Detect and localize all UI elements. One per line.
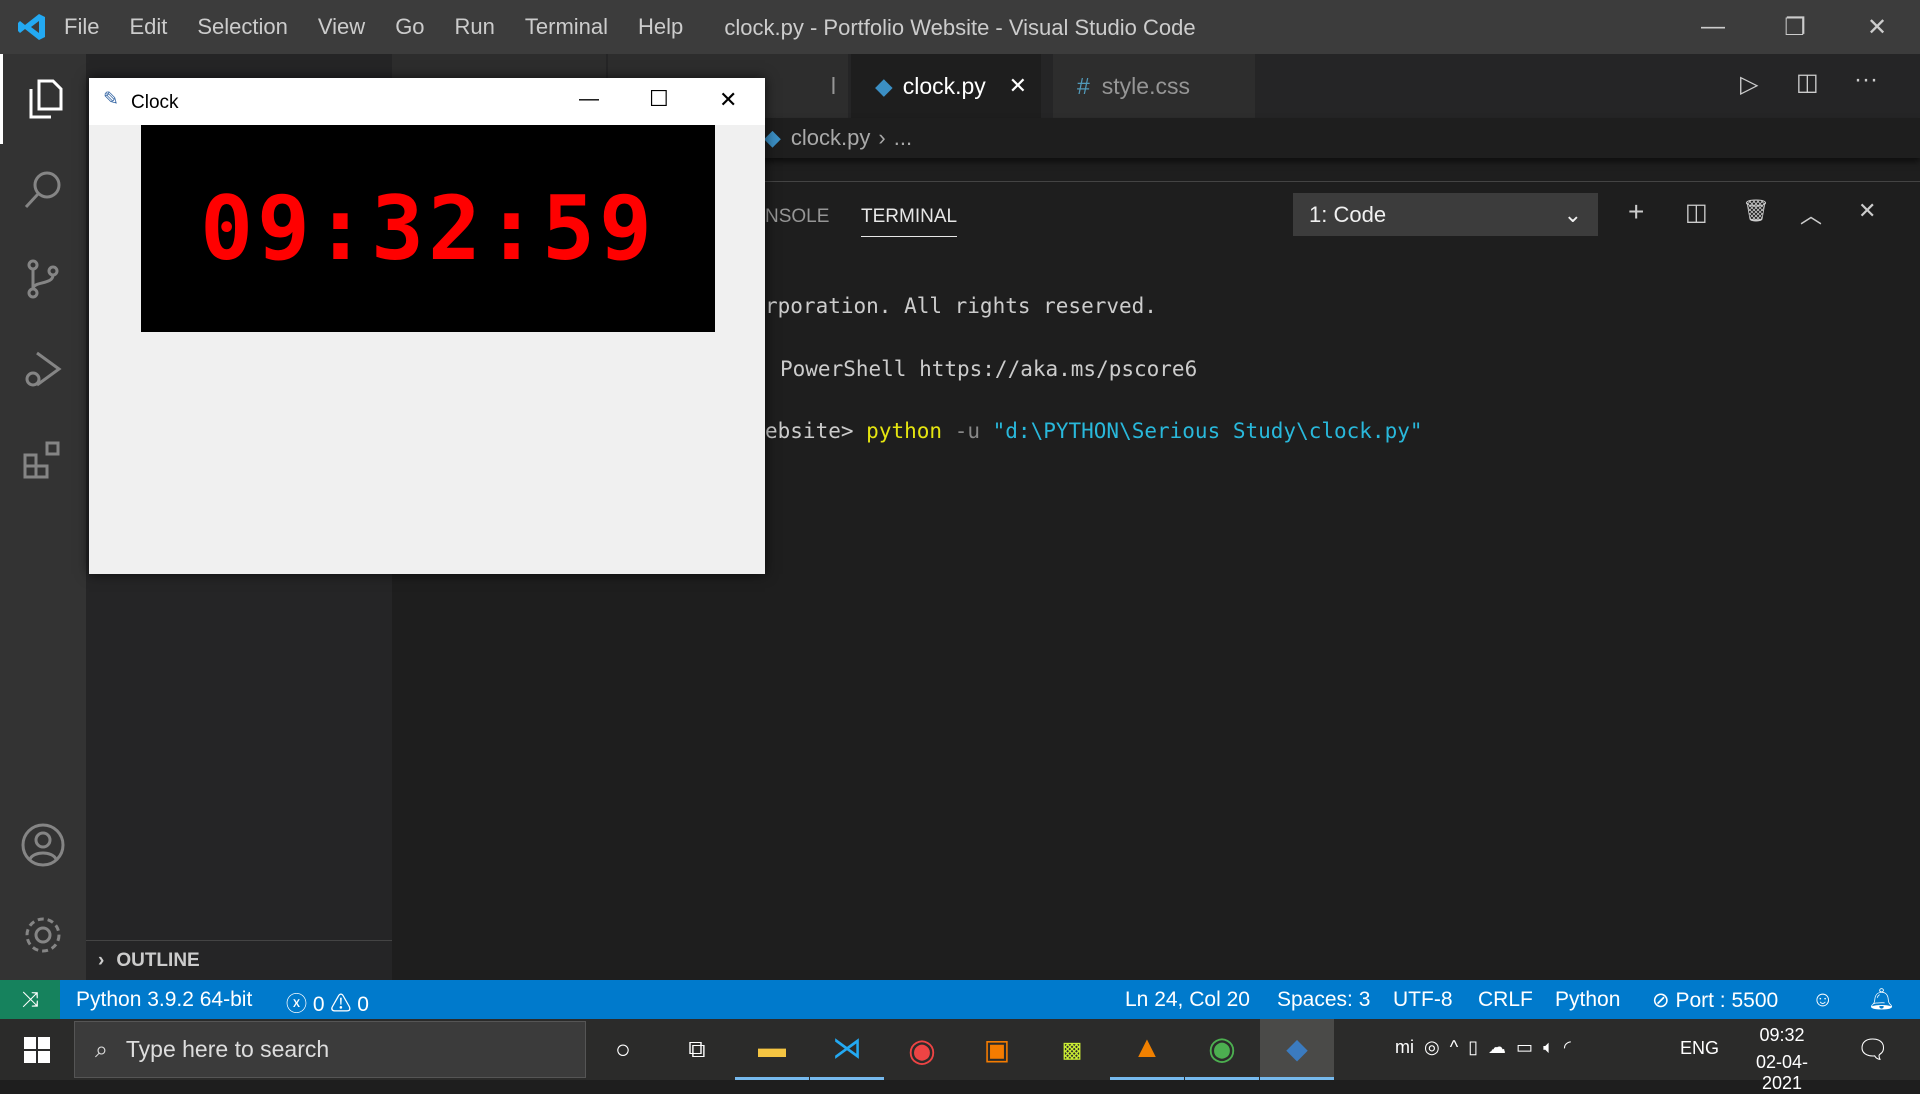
- cortana-icon[interactable]: ○: [586, 1019, 660, 1080]
- run-debug-icon[interactable]: [0, 324, 86, 414]
- accounts-icon[interactable]: [0, 800, 86, 890]
- problems-indicator[interactable]: ⓧ 0 ⚠ 0: [286, 988, 369, 1018]
- language-mode[interactable]: Python: [1555, 988, 1620, 1012]
- settings-gear-icon[interactable]: [0, 890, 86, 980]
- maximize-panel-icon[interactable]: ︿: [1800, 198, 1822, 230]
- more-actions-icon[interactable]: ···: [1854, 66, 1878, 94]
- clock-time[interactable]: 09:32: [1736, 1025, 1828, 1046]
- chrome-profile-icon[interactable]: ◉: [1185, 1019, 1259, 1080]
- vscode-taskbar-icon[interactable]: ⋊: [810, 1019, 884, 1080]
- terminal-command-line: ebsite> python -u "d:\PYTHON\Serious Stu…: [765, 419, 1423, 443]
- clock-minimize-button[interactable]: —: [579, 88, 599, 111]
- chevron-right-icon: ›: [98, 949, 105, 971]
- action-center-icon[interactable]: 🗨︎: [1836, 1019, 1910, 1080]
- clock-display: 09:32:59: [141, 125, 715, 332]
- menu-go[interactable]: Go: [395, 14, 424, 40]
- breadcrumb-symbol[interactable]: ...: [894, 125, 912, 151]
- system-tray-icons[interactable]: mi ◎ ^ ▯ ☁ ▭ 🔈︎ ◜: [1395, 1037, 1571, 1058]
- taskbar: ⌕ Type here to search ○ ⧉ ▬ ⋊ ◉ ▣ ▩ ▲ ◉ ◆…: [0, 1019, 1920, 1093]
- terminal-line: rporation. All rights reserved.: [765, 294, 1157, 318]
- line-ending[interactable]: CRLF: [1478, 988, 1533, 1012]
- tab-style-css[interactable]: # style.css: [1053, 54, 1255, 118]
- restore-button[interactable]: ❐: [1754, 0, 1836, 54]
- vscode-logo-icon: [0, 12, 64, 42]
- clock-window-title: Clock: [131, 92, 179, 113]
- tab-clock-py[interactable]: ◆ clock.py ✕: [851, 54, 1041, 118]
- minimize-button[interactable]: —: [1672, 0, 1754, 54]
- indentation[interactable]: Spaces: 3: [1277, 988, 1370, 1012]
- clock-maximize-button[interactable]: ☐: [649, 86, 669, 112]
- python-interpreter[interactable]: Python 3.9.2 64-bit: [76, 988, 252, 1012]
- new-terminal-icon[interactable]: +: [1628, 196, 1644, 228]
- title-bar: File Edit Selection View Go Run Terminal…: [0, 0, 1920, 54]
- menu-file[interactable]: File: [64, 14, 99, 40]
- menu-edit[interactable]: Edit: [129, 14, 167, 40]
- run-file-icon[interactable]: ▷: [1740, 70, 1758, 99]
- outline-section[interactable]: › OUTLINE: [86, 940, 392, 980]
- activity-bar: [0, 54, 86, 980]
- python-tk-icon[interactable]: ◆: [1260, 1019, 1334, 1080]
- encoding[interactable]: UTF-8: [1393, 988, 1453, 1012]
- clock-date[interactable]: 02-04-2021: [1736, 1052, 1828, 1094]
- menu-view[interactable]: View: [318, 14, 365, 40]
- menu-selection[interactable]: Selection: [197, 14, 288, 40]
- source-control-icon[interactable]: [0, 234, 86, 324]
- clock-title-bar: ✎ Clock — ☐ ✕: [89, 78, 765, 125]
- chrome-icon[interactable]: ◉: [885, 1019, 959, 1080]
- tab-debug-console[interactable]: NSOLE: [765, 206, 829, 228]
- close-button[interactable]: ✕: [1836, 0, 1918, 54]
- task-view-icon[interactable]: ⧉: [660, 1019, 734, 1080]
- menu-help[interactable]: Help: [638, 14, 683, 40]
- outline-label: OUTLINE: [116, 949, 200, 971]
- vlc-icon[interactable]: ▲: [1110, 1019, 1184, 1080]
- cursor-position[interactable]: Ln 24, Col 20: [1125, 988, 1250, 1012]
- split-terminal-icon[interactable]: ◫: [1685, 198, 1708, 227]
- status-bar: ⤨ Python 3.9.2 64-bit ⓧ 0 ⚠ 0 Ln 24, Col…: [0, 980, 1920, 1019]
- clock-window: ✎ Clock — ☐ ✕ 09:32:59: [89, 78, 765, 574]
- split-editor-icon[interactable]: ◫: [1796, 68, 1819, 97]
- extensions-icon[interactable]: [0, 414, 86, 504]
- tab-terminal[interactable]: TERMINAL: [861, 206, 958, 237]
- xampp-icon[interactable]: ▣: [960, 1019, 1034, 1080]
- python-file-icon: ◆: [875, 72, 893, 99]
- css-file-icon: #: [1077, 72, 1090, 99]
- clock-close-button[interactable]: ✕: [719, 87, 737, 113]
- trash-icon[interactable]: 🗑: [1742, 198, 1770, 224]
- windows-start-icon[interactable]: [0, 1019, 74, 1080]
- terminal-line: PowerShell https://aka.ms/pscore6: [780, 357, 1198, 381]
- menu-run[interactable]: Run: [455, 14, 495, 40]
- search-icon: ⌕: [95, 1036, 108, 1062]
- close-tab-icon[interactable]: ✕: [1009, 73, 1027, 99]
- feedback-icon[interactable]: ☺: [1812, 988, 1833, 1012]
- python-file-icon: ◆: [764, 125, 781, 150]
- language-indicator[interactable]: ENG: [1680, 1038, 1719, 1059]
- live-server-port[interactable]: ⊘ Port : 5500: [1652, 988, 1778, 1013]
- close-panel-icon[interactable]: ✕: [1858, 198, 1876, 224]
- file-explorer-icon[interactable]: ▬: [735, 1019, 809, 1080]
- breadcrumb-file[interactable]: clock.py: [791, 125, 870, 151]
- chevron-down-icon: ⌄: [1563, 201, 1582, 227]
- taskbar-search-input[interactable]: ⌕ Type here to search: [74, 1021, 586, 1078]
- notifications-bell-icon[interactable]: 🔔︎: [1868, 988, 1895, 1012]
- tk-feather-icon: ✎: [103, 89, 119, 110]
- terminal-select[interactable]: 1: Code ⌄: [1293, 193, 1598, 236]
- remote-icon[interactable]: ⤨: [0, 980, 60, 1019]
- explorer-icon[interactable]: [0, 54, 86, 144]
- pycharm-icon[interactable]: ▩: [1035, 1019, 1109, 1080]
- search-icon[interactable]: [0, 144, 86, 234]
- menu-terminal[interactable]: Terminal: [525, 14, 608, 40]
